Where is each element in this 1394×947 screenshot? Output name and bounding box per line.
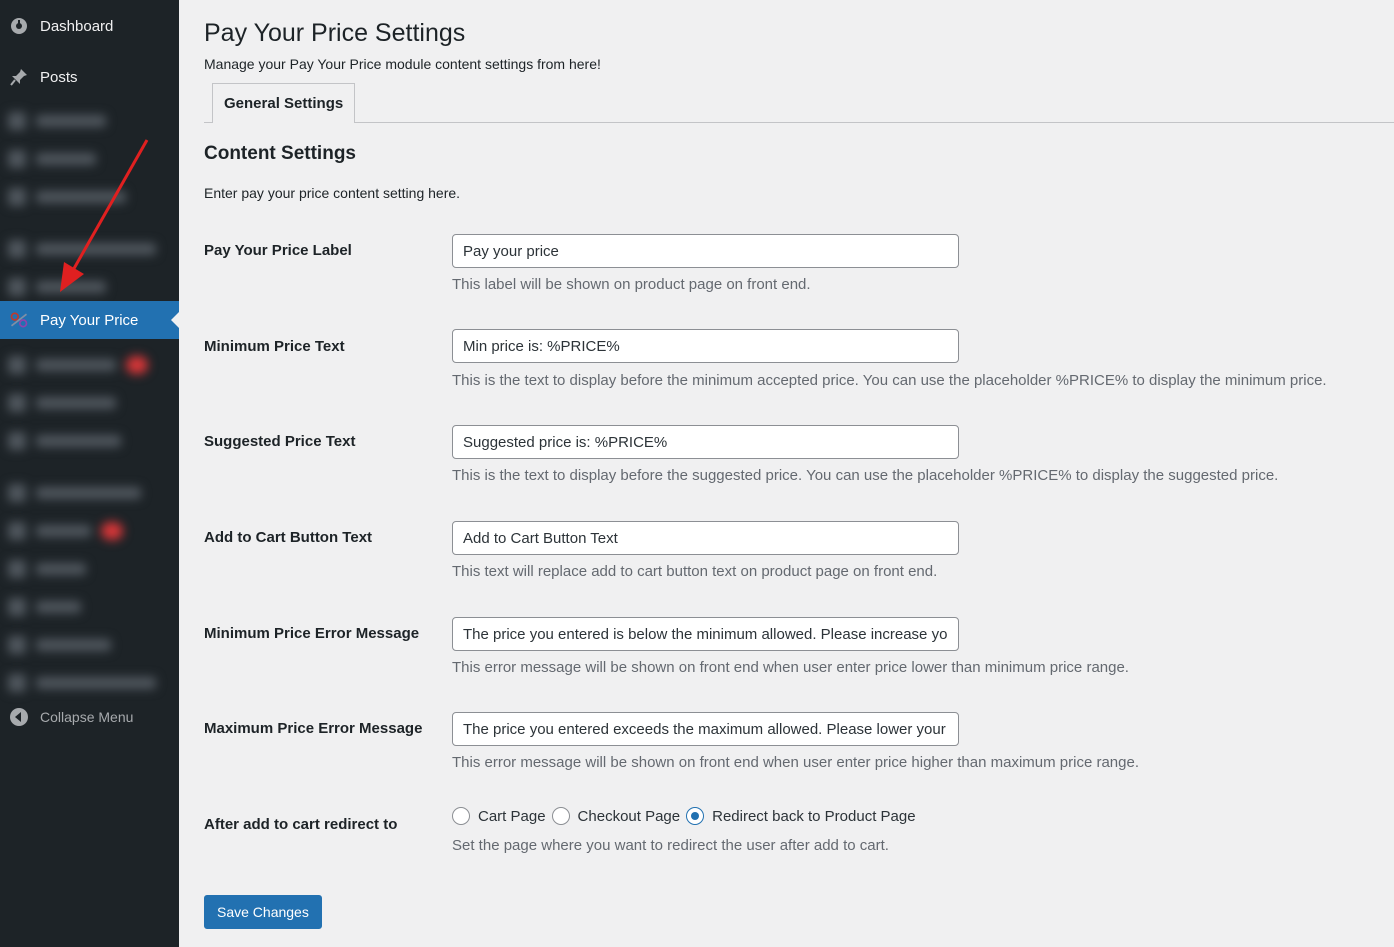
blurred-menu-item xyxy=(8,522,123,540)
blurred-menu-item xyxy=(8,240,156,258)
pay-your-price-label-label: Pay Your Price Label xyxy=(204,242,352,259)
section-description: Enter pay your price content setting her… xyxy=(204,185,461,201)
tab-general-settings[interactable]: General Settings xyxy=(212,83,356,124)
suggested-price-text-input[interactable] xyxy=(452,425,959,459)
pay-your-price-label-help: This label will be shown on product page… xyxy=(452,276,811,293)
pin-icon xyxy=(9,67,29,87)
sidebar-collapse-menu[interactable]: Collapse Menu xyxy=(0,698,179,736)
maximum-price-error-help: This error message will be shown on fron… xyxy=(452,754,1139,771)
radio-checkout-page-label[interactable]: Checkout Page xyxy=(578,808,681,825)
redirect-help: Set the page where you want to redirect … xyxy=(452,837,889,854)
save-changes-button[interactable]: Save Changes xyxy=(204,895,322,929)
minimum-price-error-help: This error message will be shown on fron… xyxy=(452,659,1129,676)
redirect-radio-group: Cart Page Checkout Page Redirect back to… xyxy=(452,807,922,825)
redirect-label: After add to cart redirect to xyxy=(204,816,398,833)
blurred-menu-item xyxy=(8,394,116,412)
settings-tabs: General Settings xyxy=(204,83,1394,124)
minimum-price-error-input[interactable] xyxy=(452,617,959,651)
suggested-price-text-label: Suggested Price Text xyxy=(204,433,356,450)
minimum-price-error-label: Minimum Price Error Message xyxy=(204,625,420,642)
sidebar-item-posts[interactable]: Posts xyxy=(0,58,179,96)
radio-product-page-label[interactable]: Redirect back to Product Page xyxy=(712,808,915,825)
maximum-price-error-input[interactable] xyxy=(452,712,959,746)
maximum-price-error-label: Maximum Price Error Message xyxy=(204,720,423,737)
blurred-menu-item xyxy=(8,432,121,450)
minimum-price-text-input[interactable] xyxy=(452,329,959,363)
pay-your-price-label-input[interactable] xyxy=(452,234,959,268)
sidebar-item-label: Pay Your Price xyxy=(40,311,139,329)
sidebar-item-pay-your-price[interactable]: Pay Your Price xyxy=(0,301,179,339)
sidebar-item-label: Dashboard xyxy=(40,17,114,35)
page-title: Pay Your Price Settings xyxy=(204,19,466,47)
radio-product-page[interactable] xyxy=(686,807,705,825)
page-subtitle: Manage your Pay Your Price module conten… xyxy=(204,56,601,72)
sidebar-item-label: Collapse Menu xyxy=(40,709,134,725)
dashboard-icon xyxy=(9,16,29,36)
section-title: Content Settings xyxy=(204,143,356,164)
blurred-menu-item xyxy=(8,188,126,206)
blurred-menu-item xyxy=(8,150,96,168)
blurred-menu-item xyxy=(8,636,111,654)
blurred-menu-item xyxy=(8,598,81,616)
blurred-menu-item xyxy=(8,278,106,296)
blurred-menu-item xyxy=(8,674,156,692)
add-to-cart-text-input[interactable] xyxy=(452,521,959,555)
sidebar-item-label: Posts xyxy=(40,68,78,86)
minimum-price-text-label: Minimum Price Text xyxy=(204,338,345,355)
minimum-price-text-help: This is the text to display before the m… xyxy=(452,372,1327,389)
blurred-menu-item xyxy=(8,484,141,502)
sidebar-item-dashboard[interactable]: Dashboard xyxy=(0,7,179,45)
radio-cart-page-label[interactable]: Cart Page xyxy=(478,808,546,825)
blurred-menu-item xyxy=(8,356,148,374)
radio-cart-page[interactable] xyxy=(452,807,470,825)
blurred-menu-item xyxy=(8,112,106,130)
pay-your-price-icon xyxy=(9,310,29,330)
radio-checkout-page[interactable] xyxy=(551,807,570,825)
blurred-menu-item xyxy=(8,560,86,578)
add-to-cart-text-label: Add to Cart Button Text xyxy=(204,529,373,546)
admin-sidebar: Dashboard Posts Pay Your Price Collapse … xyxy=(0,0,179,947)
suggested-price-text-help: This is the text to display before the s… xyxy=(452,467,1279,484)
collapse-icon xyxy=(9,707,29,727)
add-to-cart-text-help: This text will replace add to cart butto… xyxy=(452,563,938,580)
